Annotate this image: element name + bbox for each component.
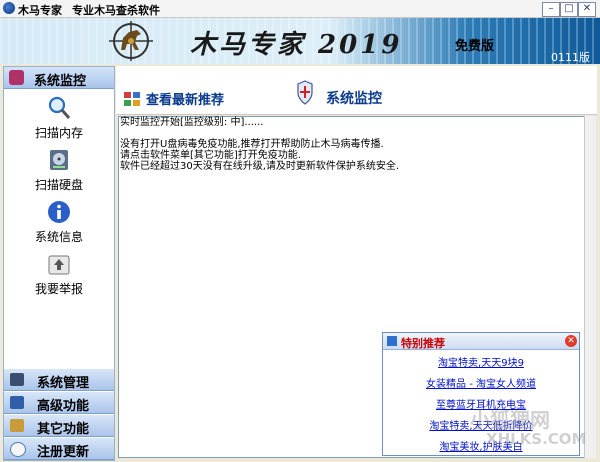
sidebar-item-label: 我要举报 <box>34 282 83 296</box>
title-bar: 木马专家 专业木马查杀软件 – □ ✕ <box>0 0 600 18</box>
sidebar-header-monitor[interactable]: 系统监控 <box>4 67 114 89</box>
window-title: 木马专家 专业木马查杀软件 <box>18 2 170 18</box>
info-icon <box>48 201 70 223</box>
watermark-url: XHLKS.COM <box>486 430 587 448</box>
minimize-button[interactable]: – <box>542 2 560 17</box>
app-name: 木马专家 <box>18 4 62 17</box>
log-line: 请点击软件菜单[其它功能]打开免疫功能. <box>120 150 301 161</box>
latest-recommend-label: 查看最新推荐 <box>146 93 225 108</box>
sidebar-item-system-info[interactable]: 系统信息 <box>4 199 114 245</box>
monitor-shield-icon <box>297 80 313 105</box>
sidebar-item-scan-memory[interactable]: 扫描内存 <box>4 95 114 141</box>
log-line: 软件已经超过30天没有在线升级,请及时更新软件保护系统安全. <box>120 161 400 172</box>
sidebar-item-scan-disk[interactable]: 扫描硬盘 <box>4 147 114 193</box>
app-subtitle: 专业木马查杀软件 <box>72 4 160 17</box>
edition-label: 免费版 <box>455 39 495 54</box>
banner-title: 木马专家 2019 <box>190 30 403 60</box>
nav-label: 高级功能 <box>37 399 90 414</box>
section-title-label: 系统监控 <box>326 91 382 107</box>
content-header: 查看最新推荐 系统监控 <box>116 66 597 115</box>
nav-label: 其它功能 <box>37 422 90 437</box>
popup-link[interactable]: 淘宝特卖,天天9块9 <box>383 354 579 369</box>
log-line: 实时监控开始[监控级别: 中]...... <box>120 117 264 128</box>
popup-title: 特别推荐 <box>401 337 445 350</box>
popup-icon <box>387 336 397 346</box>
grid-icon <box>124 92 140 106</box>
popup-close-button[interactable]: ✕ <box>565 335 577 347</box>
popup-header: 特别推荐 ✕ <box>383 333 579 350</box>
close-button[interactable]: ✕ <box>578 2 596 17</box>
magnifier-icon <box>48 96 71 119</box>
nav-label: 注册更新 <box>37 445 90 460</box>
nav-register-update[interactable]: 注册更新 <box>4 437 114 460</box>
advanced-icon <box>10 396 24 409</box>
log-scrollbar[interactable] <box>584 116 596 458</box>
banner: 木马专家 2019 免费版 0111版 <box>0 18 600 64</box>
app-icon <box>3 2 15 14</box>
version-label: 0111版 <box>551 51 590 64</box>
shield-icon <box>9 70 24 85</box>
nav-system-manage[interactable]: 系统管理 <box>4 368 114 391</box>
sidebar-item-report[interactable]: 我要举报 <box>4 251 114 297</box>
latest-recommend-link[interactable]: 查看最新推荐 <box>124 89 224 108</box>
watermark-text: 小狐狸网 <box>470 408 550 432</box>
nav-label: 系统管理 <box>37 376 90 391</box>
sidebar-item-label: 扫描内存 <box>34 126 83 140</box>
nav-other-tools[interactable]: 其它功能 <box>4 414 114 437</box>
nav-advanced[interactable]: 高级功能 <box>4 391 114 414</box>
tools-icon <box>10 419 24 432</box>
report-icon <box>48 255 70 275</box>
popup-link[interactable]: 女装精品 - 淘宝女人频道 <box>383 375 579 390</box>
sidebar: 系统监控 扫描内存 扫描硬盘 系统信息 我要举报 系统管理 高级功能 其它功能 … <box>3 66 115 461</box>
log-line: 没有打开U盘病毒免疫功能,推荐打开帮助防止木马病毒传播. <box>120 139 384 150</box>
maximize-button[interactable]: □ <box>560 2 578 17</box>
harddisk-icon <box>50 150 68 170</box>
register-icon <box>10 442 26 457</box>
sidebar-item-label: 扫描硬盘 <box>34 178 83 192</box>
sidebar-item-label: 系统信息 <box>34 230 83 244</box>
system-manage-icon <box>10 373 24 386</box>
trojan-horse-logo-icon <box>109 21 153 61</box>
sidebar-header-label: 系统监控 <box>34 74 87 89</box>
